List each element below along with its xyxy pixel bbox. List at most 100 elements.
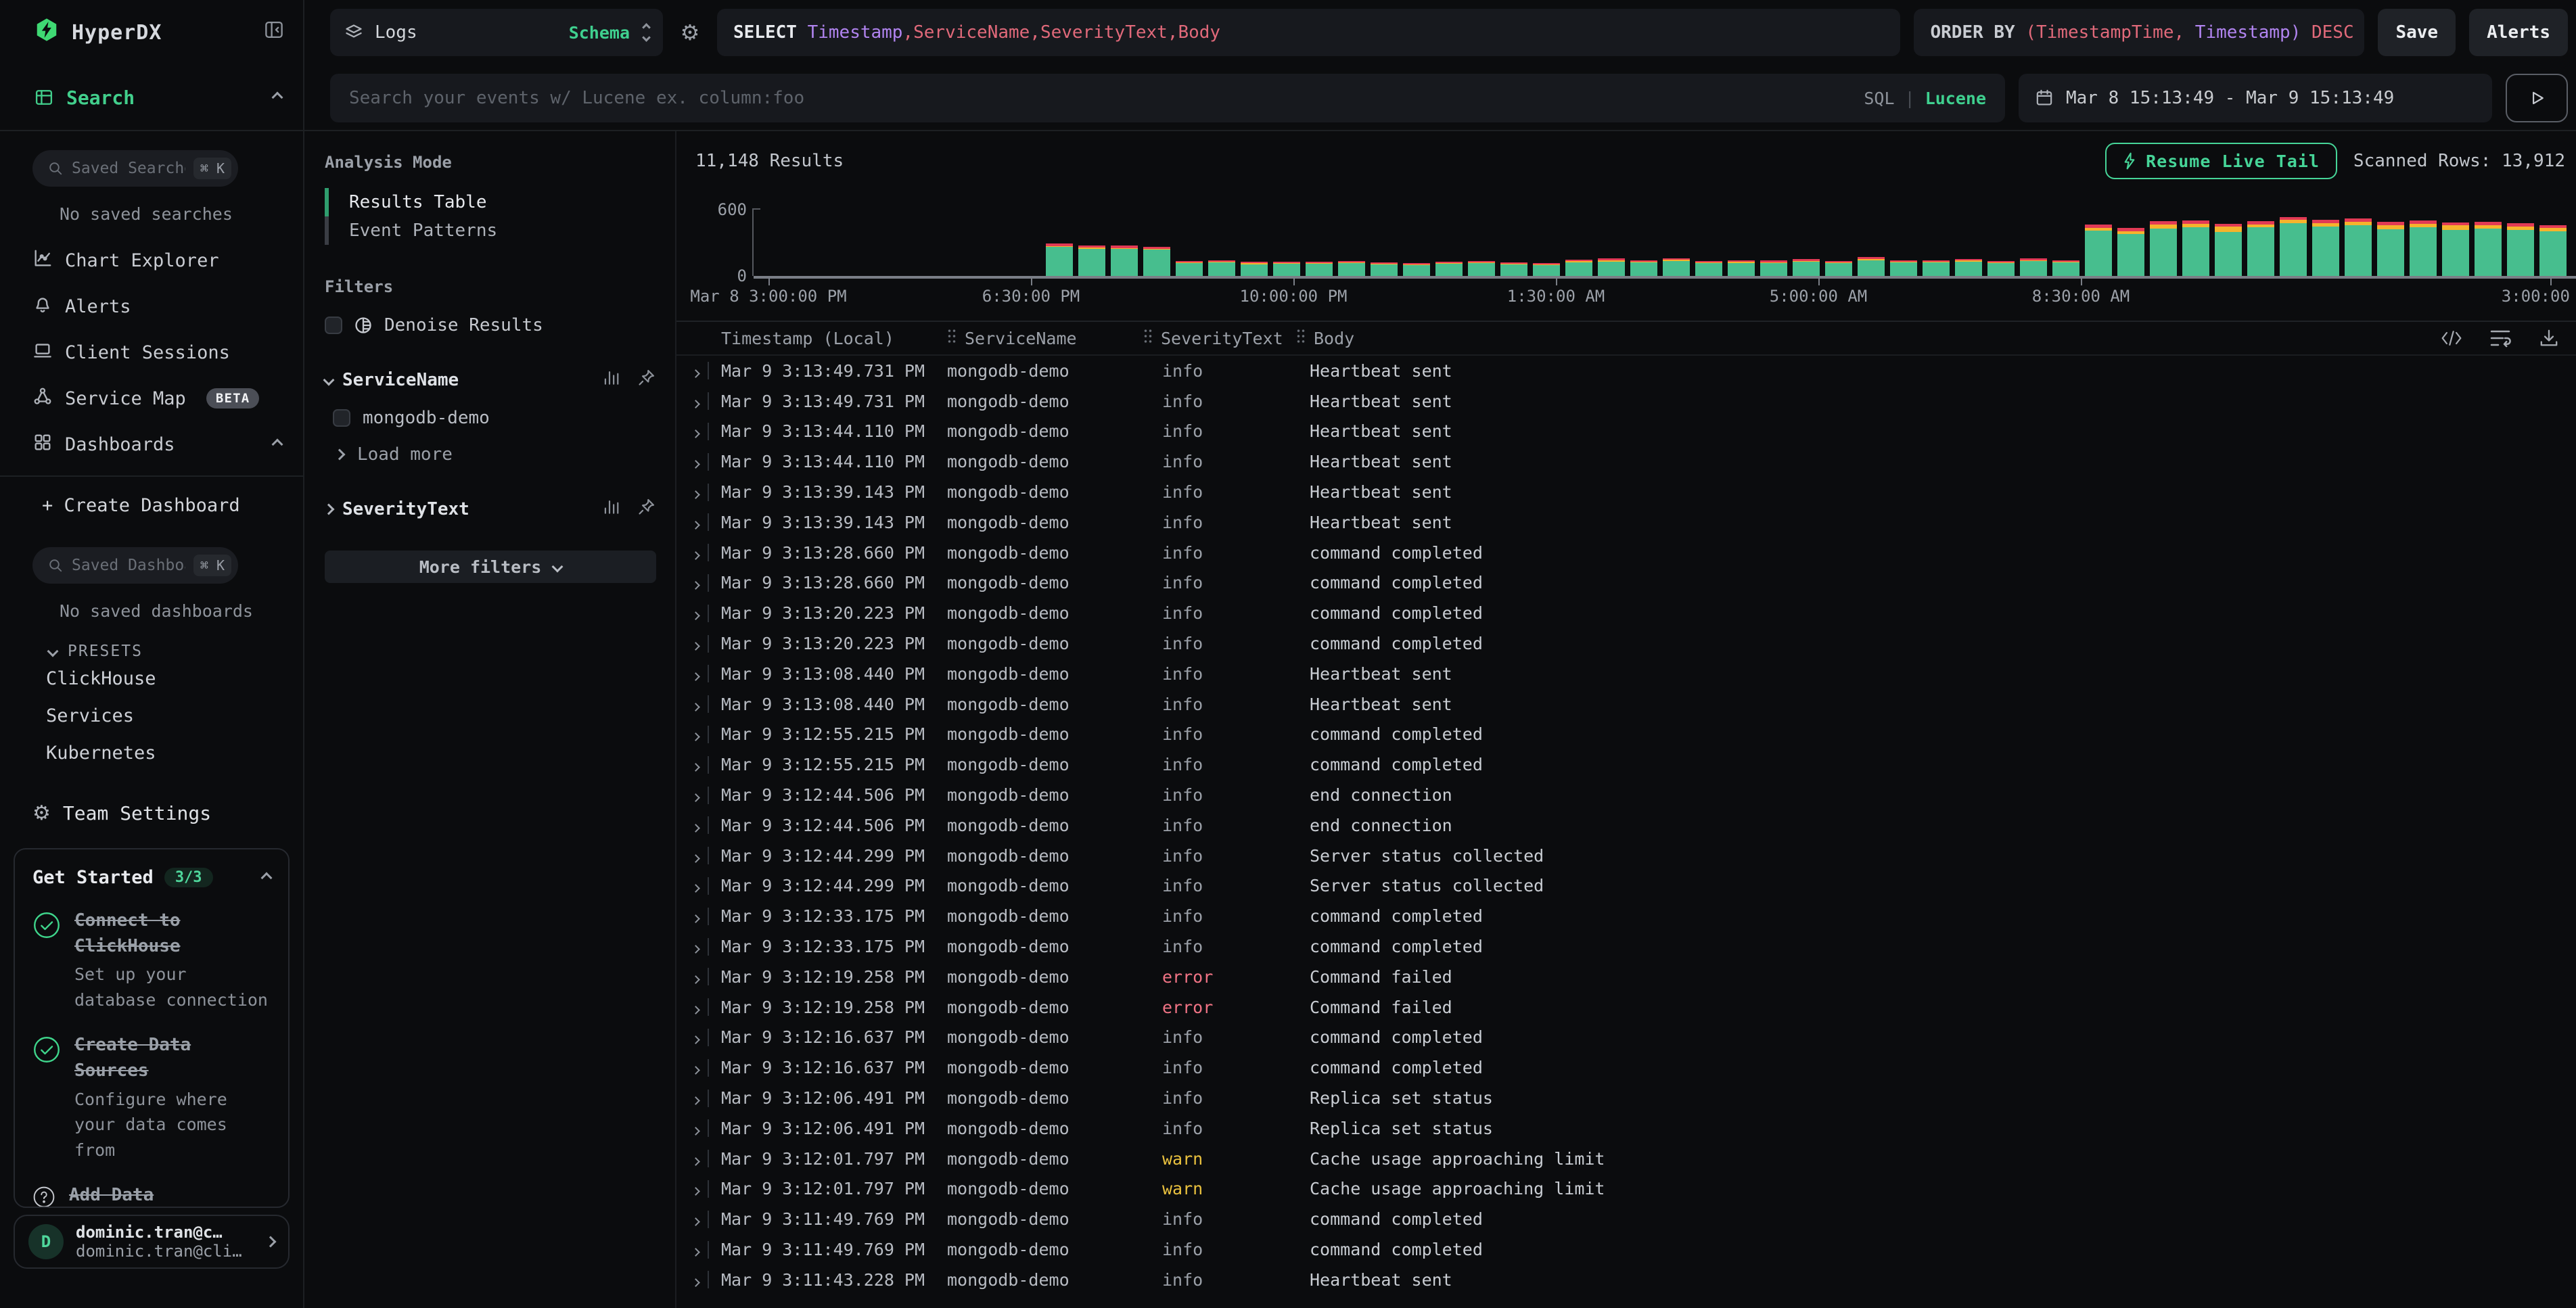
drag-handle-icon[interactable] [947,327,957,349]
denoise-results-toggle[interactable]: Denoise Results [325,315,656,335]
row-expand-icon[interactable] [693,634,708,653]
preset-kubernetes[interactable]: Kubernetes [0,734,303,772]
pin-icon[interactable] [637,368,656,392]
table-row[interactable]: Mar 9 3:12:19.258 PMmongodb-demoerrorCom… [676,962,2576,992]
table-row[interactable]: Mar 9 3:13:44.110 PMmongodb-demoinfoHear… [676,417,2576,447]
more-filters-button[interactable]: More filters [325,551,656,583]
table-row[interactable]: Mar 9 3:13:20.223 PMmongodb-demoinfocomm… [676,598,2576,628]
row-expand-icon[interactable] [693,361,708,381]
table-row[interactable]: Mar 9 3:12:06.491 PMmongodb-demoinfoRepl… [676,1083,2576,1113]
sidebar-item-chart-explorer[interactable]: Chart Explorer [0,237,303,283]
alerts-button[interactable]: Alerts [2469,9,2568,56]
table-row[interactable]: Mar 9 3:12:44.506 PMmongodb-demoinfoend … [676,780,2576,810]
table-row[interactable]: Mar 9 3:12:55.215 PMmongodb-demoinfocomm… [676,749,2576,780]
order-by-input[interactable]: ORDER BY (TimestampTime, Timestamp) DESC [1914,9,2364,56]
table-row[interactable]: Mar 9 3:13:39.143 PMmongodb-demoinfoHear… [676,507,2576,538]
table-row[interactable]: Mar 9 3:11:43.228 PMmongodb-demoinfoHear… [676,1265,2576,1295]
drag-handle-icon[interactable] [1296,327,1306,349]
chart-icon[interactable] [602,497,621,521]
table-row[interactable]: Mar 9 3:12:44.299 PMmongodb-demoinfoServ… [676,871,2576,902]
table-row[interactable]: Mar 9 3:12:19.258 PMmongodb-demoerrorCom… [676,992,2576,1023]
wrap-text-icon[interactable] [2489,329,2511,348]
table-row[interactable]: Mar 9 3:11:49.769 PMmongodb-demoinfocomm… [676,1204,2576,1234]
get-started-item[interactable]: Add DataStart sending [32,1183,271,1208]
table-row[interactable]: Mar 9 3:13:20.223 PMmongodb-demoinfocomm… [676,628,2576,659]
presets-toggle[interactable]: PRESETS [49,643,303,660]
row-expand-icon[interactable] [693,1179,708,1198]
query-language-toggle[interactable]: SQL | Lucene [1864,89,1986,108]
table-row[interactable]: Mar 9 3:13:49.731 PMmongodb-demoinfoHear… [676,356,2576,386]
table-row[interactable]: Mar 9 3:12:01.797 PMmongodb-demowarnCach… [676,1174,2576,1205]
run-query-button[interactable] [2506,74,2568,122]
row-expand-icon[interactable] [693,998,708,1017]
table-row[interactable]: Mar 9 3:13:49.731 PMmongodb-demoinfoHear… [676,386,2576,417]
saved-searches-input[interactable]: Saved Searches ⌘ K [32,150,238,187]
save-button[interactable]: Save [2378,9,2456,56]
search-events-input[interactable]: Search your events w/ Lucene ex. column:… [330,74,2005,122]
sidebar-item-alerts[interactable]: Alerts [0,283,303,329]
table-row[interactable]: Mar 9 3:12:06.491 PMmongodb-demoinfoRepl… [676,1113,2576,1144]
table-row[interactable]: Mar 9 3:13:44.110 PMmongodb-demoinfoHear… [676,446,2576,477]
row-expand-icon[interactable] [693,1149,708,1169]
row-expand-icon[interactable] [693,906,708,926]
row-expand-icon[interactable] [693,1088,708,1108]
analysis-mode-results-table[interactable]: Results Table [325,188,656,216]
row-expand-icon[interactable] [693,543,708,563]
column-header-servicename[interactable]: ServiceName [947,327,1143,349]
row-expand-icon[interactable] [693,1027,708,1047]
sidebar-item-service-map[interactable]: Service MapBETA [0,375,303,421]
sidebar-item-search[interactable]: Search [0,65,303,131]
table-row[interactable]: Mar 9 3:13:08.440 PMmongodb-demoinfoHear… [676,659,2576,689]
load-more-button[interactable]: Load more [336,444,656,465]
filter-group-severitytext[interactable]: SeverityText [325,497,656,521]
row-expand-icon[interactable] [693,937,708,956]
row-expand-icon[interactable] [693,452,708,471]
row-expand-icon[interactable] [693,664,708,684]
sidebar-item-dashboards[interactable]: Dashboards [0,421,303,467]
row-expand-icon[interactable] [693,482,708,502]
download-icon[interactable] [2538,329,2560,348]
analysis-mode-event-patterns[interactable]: Event Patterns [325,216,656,245]
sidebar-item-client-sessions[interactable]: Client Sessions [0,329,303,375]
filter-group-servicename[interactable]: ServiceName [325,368,656,392]
table-row[interactable]: Mar 9 3:11:49.769 PMmongodb-demoinfocomm… [676,1234,2576,1265]
row-expand-icon[interactable] [693,785,708,805]
get-started-item[interactable]: Create Data SourcesConfigure where your … [32,1033,271,1163]
get-started-item[interactable]: Connect to ClickHouseSet up your databas… [32,908,271,1012]
preset-services[interactable]: Services [0,697,303,734]
resume-live-tail-button[interactable]: Resume Live Tail [2105,143,2337,179]
row-expand-icon[interactable] [693,392,708,411]
table-row[interactable]: Mar 9 3:13:28.660 PMmongodb-demoinfocomm… [676,538,2576,568]
row-expand-icon[interactable] [693,967,708,987]
chart-icon[interactable] [602,368,621,392]
row-expand-icon[interactable] [693,846,708,866]
row-expand-icon[interactable] [693,573,708,592]
row-expand-icon[interactable] [693,1270,708,1290]
row-expand-icon[interactable] [693,1119,708,1138]
select-query-input[interactable]: SELECT Timestamp,ServiceName,SeverityTex… [717,9,1900,56]
table-row[interactable]: Mar 9 3:12:33.175 PMmongodb-demoinfocomm… [676,931,2576,962]
table-row[interactable]: Mar 9 3:12:55.215 PMmongodb-demoinfocomm… [676,720,2576,750]
pin-icon[interactable] [637,497,656,521]
chevron-up-icon[interactable] [261,872,273,883]
table-row[interactable]: Mar 9 3:12:33.175 PMmongodb-demoinfocomm… [676,901,2576,931]
sidebar-collapse-icon[interactable] [264,20,284,45]
date-range-picker[interactable]: Mar 8 15:13:49 - Mar 9 15:13:49 [2019,74,2492,122]
column-header-timestamp[interactable]: Timestamp (Local) [721,329,947,348]
row-expand-icon[interactable] [693,513,708,532]
sidebar-item-team-settings[interactable]: ⚙ Team Settings [0,801,303,825]
row-expand-icon[interactable] [693,421,708,441]
table-row[interactable]: Mar 9 3:12:16.637 PMmongodb-demoinfocomm… [676,1052,2576,1083]
chevron-up-icon[interactable] [272,92,283,103]
table-row[interactable]: Mar 9 3:13:28.660 PMmongodb-demoinfocomm… [676,568,2576,599]
table-row[interactable]: Mar 9 3:12:44.506 PMmongodb-demoinfoend … [676,810,2576,841]
table-row[interactable]: Mar 9 3:12:16.637 PMmongodb-demoinfocomm… [676,1023,2576,1053]
row-expand-icon[interactable] [693,603,708,623]
filter-value-mongodb-demo[interactable]: mongodb-demo [333,408,656,428]
column-header-severitytext[interactable]: SeverityText [1143,327,1296,349]
denoise-checkbox[interactable] [325,317,342,334]
checkbox[interactable] [333,409,350,427]
chevron-up-icon[interactable] [272,439,283,450]
table-row[interactable]: Mar 9 3:12:44.299 PMmongodb-demoinfoServ… [676,841,2576,871]
preset-clickhouse[interactable]: ClickHouse [0,660,303,697]
